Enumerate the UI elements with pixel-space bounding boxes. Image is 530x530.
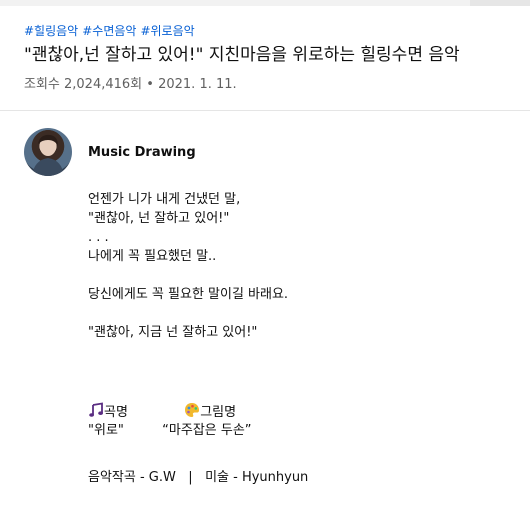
song-value: "위로" — [88, 423, 124, 438]
avatar-portrait — [32, 134, 64, 176]
art-value: “마주잡은 두손” — [162, 423, 252, 438]
hashtag-link[interactable]: #수면음악 — [82, 24, 136, 38]
upload-date: 2021. 1. 11. — [158, 77, 237, 92]
description-line — [88, 304, 288, 323]
description-line: 나에게 꼭 필요했던 말.. — [88, 249, 217, 264]
description-line: 당신에게도 꼭 필요한 말이길 바래요. — [88, 287, 289, 302]
channel-avatar[interactable] — [24, 128, 72, 176]
hashtag-link[interactable]: #위로음악 — [140, 24, 194, 38]
top-bar-right — [470, 0, 530, 6]
credit-values-row: "위로" “마주잡은 두손” — [88, 421, 252, 440]
art-label: 그림명 — [200, 405, 237, 420]
description-line: 언젠가 니가 내게 건냈던 말, — [88, 192, 241, 207]
staff-credits: 음악작곡 - G.W | 미술 - Hyunhyun — [88, 466, 308, 485]
video-meta: 조회수 2,024,416회 • 2021. 1. 11. — [24, 73, 237, 92]
hashtag-link[interactable]: #힐링음악 — [24, 24, 78, 38]
view-count: 조회수 2,024,416회 — [24, 77, 143, 92]
video-title: "괜찮아,넌 잘하고 있어!" 지친마음을 위로하는 힐링수면 음악 — [24, 45, 460, 65]
channel-name[interactable]: Music Drawing — [88, 145, 196, 160]
description-line: . . . — [88, 230, 109, 245]
art-credit: 미술 - Hyunhyun — [205, 470, 309, 485]
meta-separator: • — [146, 77, 154, 92]
hashtag-list: #힐링음악 #수면음악 #위로음악 — [24, 22, 199, 39]
song-label: 곡명 — [104, 405, 128, 420]
description-line: "괜찮아, 지금 넌 잘하고 있어!" — [88, 325, 258, 340]
description-line — [88, 266, 288, 285]
credit-divider: | — [188, 470, 193, 485]
music-credit: 음악작곡 - G.W — [88, 470, 176, 485]
top-bar — [0, 0, 530, 6]
section-divider — [0, 110, 530, 111]
description: 언젠가 니가 내게 건냈던 말, "괜찮아, 넌 잘하고 있어!" . . . … — [88, 190, 288, 342]
description-line: "괜찮아, 넌 잘하고 있어!" — [88, 211, 230, 226]
